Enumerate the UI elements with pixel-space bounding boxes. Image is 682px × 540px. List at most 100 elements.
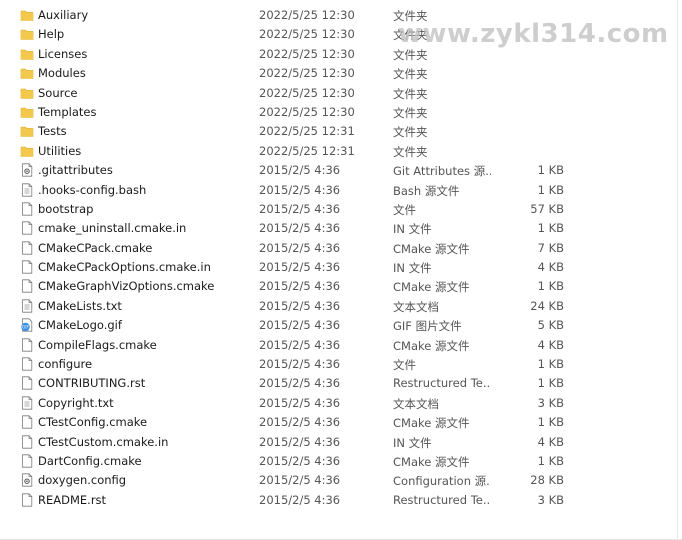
folder-icon <box>20 47 34 61</box>
file-row-cmake-uninstall-cmake-in[interactable]: cmake_uninstall.cmake.in 2015/2/5 4:36 IN … <box>0 219 682 238</box>
file-date-modified: 2015/2/5 4:36 <box>259 163 341 178</box>
file-date-modified: 2015/2/5 4:36 <box>259 434 341 449</box>
file-icon <box>20 202 34 216</box>
file-type: IN 文件 <box>393 435 432 450</box>
file-date-modified: 2015/2/5 4:36 <box>259 415 341 430</box>
file-date-modified: 2022/5/25 12:30 <box>259 66 355 81</box>
file-date-modified: 2015/2/5 4:36 <box>259 201 341 216</box>
file-name: Tests <box>38 124 67 139</box>
file-row-hooks-config-bash[interactable]: .hooks-config.bash 2015/2/5 4:36 Bash 源文件 1… <box>0 181 682 200</box>
file-date-modified: 2022/5/25 12:30 <box>259 8 355 22</box>
file-size: 4 KB <box>537 337 564 352</box>
file-date-modified: 2015/2/5 4:36 <box>259 376 341 391</box>
file-date-modified: 2022/5/25 12:30 <box>259 46 355 61</box>
file-icon <box>20 434 34 449</box>
file-row-gitattributes[interactable]: .gitattributes 2015/2/5 4:36 Git Attribute… <box>0 161 682 180</box>
file-size: 1 KB <box>537 357 564 372</box>
file-row-cmakegraphvizoptions-cmake[interactable]: CMakeGraphVizOptions.cmake 2015/2/5 4:36 C… <box>0 277 682 296</box>
folder-icon <box>20 124 34 138</box>
file-date-modified: 2022/5/25 12:30 <box>259 104 355 119</box>
file-row-doxygen-config[interactable]: doxygen.config 2015/2/5 4:36 Configuration… <box>0 471 682 490</box>
file-size: 4 KB <box>537 434 564 449</box>
file-icon <box>20 376 34 391</box>
gif-image-icon: GIF <box>20 318 34 332</box>
file-row-modules[interactable]: Modules 2022/5/25 12:30 文件夹 <box>0 64 682 83</box>
file-date-modified: 2015/2/5 4:36 <box>259 240 341 255</box>
file-row-readme-rst[interactable]: README.rst 2015/2/5 4:36 Restructured Te..… <box>0 491 682 510</box>
file-date-modified: 2022/5/25 12:30 <box>259 27 355 42</box>
file-date-modified: 2015/2/5 4:36 <box>259 260 341 275</box>
file-name: CTestConfig.cmake <box>38 415 148 430</box>
file-date-modified: 2015/2/5 4:36 <box>259 357 341 372</box>
file-row-source[interactable]: Source 2022/5/25 12:30 文件夹 <box>0 84 682 103</box>
file-type: Bash 源文件 <box>393 183 460 198</box>
file-name: CMakeLists.txt <box>38 298 122 313</box>
file-size: 1 KB <box>537 279 564 294</box>
file-type: 文件夹 <box>393 86 428 101</box>
file-name: CTestCustom.cmake.in <box>38 434 169 449</box>
file-type: Restructured Te... <box>393 376 491 391</box>
file-size: 1 KB <box>537 376 564 391</box>
file-name: Licenses <box>38 46 88 61</box>
file-row-cmakecpack-cmake[interactable]: CMakeCPack.cmake 2015/2/5 4:36 CMake 源文件 7 … <box>0 239 682 258</box>
file-size: 5 KB <box>537 318 564 333</box>
file-type: 文本文档 <box>393 299 439 314</box>
file-row-compileflags-cmake[interactable]: CompileFlags.cmake 2015/2/5 4:36 CMake 源文件… <box>0 336 682 355</box>
file-size: 24 KB <box>530 298 564 313</box>
file-row-cmakelogo-gif[interactable]: GIF CMakeLogo.gif 2015/2/5 4:36 GIF 图片文件 5 K… <box>0 316 682 335</box>
file-name: Templates <box>38 104 97 119</box>
file-row-cmakelists-txt[interactable]: CMakeLists.txt 2015/2/5 4:36 文本文档 24 KB <box>0 297 682 316</box>
file-type: CMake 源文件 <box>393 241 470 256</box>
file-row-utilities[interactable]: Utilities 2022/5/25 12:31 文件夹 <box>0 142 682 161</box>
folder-icon <box>20 66 34 80</box>
file-type: IN 文件 <box>393 261 432 276</box>
file-name: CONTRIBUTING.rst <box>38 376 146 391</box>
file-name: Utilities <box>38 143 82 158</box>
file-row-bootstrap[interactable]: bootstrap 2015/2/5 4:36 文件 57 KB <box>0 200 682 219</box>
file-type: CMake 源文件 <box>393 338 470 353</box>
svg-text:GIF: GIF <box>22 325 29 330</box>
file-date-modified: 2015/2/5 4:36 <box>259 395 341 410</box>
file-type: 文件夹 <box>393 47 428 62</box>
file-icon <box>20 454 34 468</box>
file-icon <box>20 357 34 371</box>
file-size: 4 KB <box>537 260 564 275</box>
file-name: CMakeLogo.gif <box>38 318 122 333</box>
folder-icon <box>20 8 34 22</box>
file-date-modified: 2015/2/5 4:36 <box>259 221 341 236</box>
file-row-contributing-rst[interactable]: CONTRIBUTING.rst 2015/2/5 4:36 Restructure… <box>0 374 682 393</box>
file-name: CMakeCPack.cmake <box>38 240 153 255</box>
file-type: CMake 源文件 <box>393 280 470 295</box>
file-name: Source <box>38 85 78 100</box>
file-size: 28 KB <box>530 473 564 488</box>
file-type: Git Attributes 源... <box>393 164 491 179</box>
file-type: IN 文件 <box>393 222 432 237</box>
file-type: 文件夹 <box>393 144 428 159</box>
file-size: 7 KB <box>537 240 564 255</box>
file-row-copyright-txt[interactable]: Copyright.txt 2015/2/5 4:36 文本文档 3 KB <box>0 394 682 413</box>
file-name: Modules <box>38 66 86 81</box>
file-type: CMake 源文件 <box>393 416 470 431</box>
file-type: 文件夹 <box>393 125 428 140</box>
file-row-ctestcustom-cmake-in[interactable]: CTestCustom.cmake.in 2015/2/5 4:36 IN 文件 4 … <box>0 433 682 452</box>
file-icon <box>20 221 34 235</box>
file-name: DartConfig.cmake <box>38 453 142 468</box>
file-type: 文件夹 <box>393 105 428 120</box>
file-row-templates[interactable]: Templates 2022/5/25 12:30 文件夹 <box>0 103 682 122</box>
file-row-configure[interactable]: configure 2015/2/5 4:36 文件 1 KB <box>0 355 682 374</box>
file-date-modified: 2015/2/5 4:36 <box>259 453 341 468</box>
file-icon <box>20 415 34 429</box>
file-row-cmakecpackoptions-cmake-in[interactable]: CMakeCPackOptions.cmake.in 2015/2/5 4:36 I… <box>0 258 682 277</box>
script-file-icon <box>20 182 34 197</box>
file-row-dartconfig-cmake[interactable]: DartConfig.cmake 2015/2/5 4:36 CMake 源文件 1 … <box>0 452 682 471</box>
file-icon <box>20 260 34 274</box>
file-name: CompileFlags.cmake <box>38 337 157 352</box>
file-icon <box>20 241 34 255</box>
file-row-ctestconfig-cmake[interactable]: CTestConfig.cmake 2015/2/5 4:36 CMake 源文件 1… <box>0 413 682 432</box>
file-icon <box>20 493 34 507</box>
file-date-modified: 2022/5/25 12:31 <box>259 124 355 139</box>
text-file-icon <box>20 396 34 410</box>
file-row-tests[interactable]: Tests 2022/5/25 12:31 文件夹 <box>0 122 682 141</box>
file-size: 3 KB <box>537 492 564 507</box>
file-name: configure <box>38 357 93 372</box>
